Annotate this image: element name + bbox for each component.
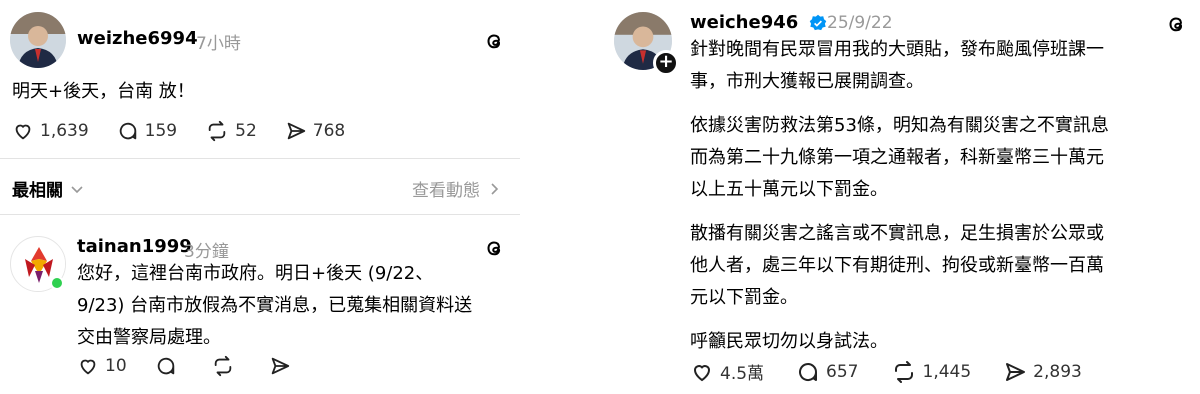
paragraph: 散播有關災害之謠言或不實訊息，足生損害於公眾或 他人者，處三年以下有期徒刑、拘役…: [690, 218, 1190, 314]
post-author-username[interactable]: weizhe6994: [77, 28, 198, 49]
send-icon: [287, 122, 305, 140]
reply-line: 交由警察局處理。: [77, 327, 221, 348]
chevron-right-icon: [491, 182, 499, 195]
text-line: 他人者，處三年以下有期徒刑、拘役或新臺幣一百萬: [690, 255, 1104, 276]
post-text: 針對晚間有民眾冒用我的大頭貼，發布颱風停班課一 事，市刑大獲報已展開調查。 依據…: [690, 34, 1190, 358]
reply-count: 657: [826, 361, 859, 382]
text-line: 散播有關災害之謠言或不實訊息，足生損害於公眾或: [690, 223, 1104, 244]
text-line: 依據災害防救法第53條，明知為有關災害之不實訊息: [690, 115, 1109, 136]
paragraph: 呼籲民眾切勿以身試法。: [690, 326, 1190, 358]
right-panel: + weiche946 25/9/22 針對晚間有民眾冒用我的大頭貼，發布颱風停…: [600, 0, 1200, 394]
reply-author-username[interactable]: tainan1999: [77, 236, 192, 257]
like-count: 4.5萬: [720, 364, 765, 384]
sort-dropdown[interactable]: 最相關: [12, 176, 85, 201]
post-author-username[interactable]: weiche946: [690, 12, 827, 33]
sort-row: 最相關 查看動態: [12, 176, 502, 201]
threads-logo-icon[interactable]: [482, 236, 506, 260]
reply-line: 您好，這裡台南市政府。明日+後天 (9/22、: [77, 263, 434, 284]
comment-icon: [119, 122, 136, 140]
post-actions: 1,639 159 52 768: [12, 120, 373, 142]
reply-like-count: 10: [105, 356, 127, 376]
avatar[interactable]: [10, 12, 66, 68]
repost-button[interactable]: 52: [205, 120, 257, 142]
heart-icon: [15, 124, 31, 140]
repost-icon: [894, 360, 913, 383]
share-count: 2,893: [1033, 361, 1082, 382]
view-activity-label: 查看動態: [412, 181, 480, 201]
share-button[interactable]: 768: [285, 120, 345, 142]
text-line: 呼籲民眾切勿以身試法。: [690, 331, 888, 352]
threads-logo-icon[interactable]: [482, 29, 506, 53]
reply-actions: 10: [77, 355, 325, 377]
heart-icon: [80, 359, 96, 375]
reply-share-button[interactable]: [269, 355, 297, 377]
comment-icon: [799, 362, 818, 381]
text-line: 而為第二十九條第一項之通報者，科新臺幣三十萬元: [690, 147, 1104, 168]
text-line: 以上五十萬元以下罰金。: [690, 179, 888, 200]
text-line: 元以下罰金。: [690, 287, 798, 308]
verified-badge-icon: [809, 14, 826, 31]
like-button[interactable]: 4.5萬: [690, 359, 764, 384]
sort-label: 最相關: [12, 181, 63, 201]
heart-icon: [693, 364, 711, 381]
post-time: 7小時: [196, 34, 241, 54]
divider: [0, 214, 520, 215]
reply-count: 159: [144, 121, 178, 141]
reply-button[interactable]: 657: [796, 360, 859, 384]
view-activity-link[interactable]: 查看動態: [412, 176, 502, 201]
reply-line: 9/23) 台南市放假為不實消息，已蒐集相關資料送: [77, 295, 473, 316]
repost-icon: [208, 120, 226, 142]
reply-repost-button[interactable]: [211, 355, 241, 377]
divider: [0, 158, 520, 159]
paragraph: 依據災害防救法第53條，明知為有關災害之不實訊息 而為第二十九條第一項之通報者，…: [690, 110, 1190, 206]
share-count: 768: [312, 121, 346, 141]
repost-count: 52: [235, 121, 257, 141]
reply-button[interactable]: 159: [117, 120, 177, 142]
text-line: 事，市刑大獲報已展開調查。: [690, 71, 924, 92]
chevron-down-icon: [71, 185, 83, 193]
repost-icon: [214, 355, 231, 377]
post-actions: 4.5萬 657 1,445 2,893: [690, 359, 1110, 384]
send-icon: [271, 357, 289, 375]
follow-plus-icon[interactable]: +: [653, 50, 679, 76]
repost-button[interactable]: 1,445: [891, 360, 972, 384]
like-button[interactable]: 1,639: [12, 120, 89, 142]
person-avatar-icon: [10, 12, 66, 68]
send-icon: [1006, 362, 1026, 381]
reply-comment-button[interactable]: [155, 355, 183, 377]
username-text: weiche946: [690, 12, 799, 33]
reply-text: 您好，這裡台南市政府。明日+後天 (9/22、 9/23) 台南市放假為不實消息…: [77, 258, 472, 354]
like-count: 1,639: [40, 121, 89, 141]
left-panel: weizhe6994 7小時 明天+後天，台南 放！ 1,639 159 52 …: [0, 0, 520, 394]
threads-logo-icon[interactable]: [1164, 12, 1188, 36]
reply-like-button[interactable]: 10: [77, 355, 127, 377]
share-button[interactable]: 2,893: [1003, 360, 1082, 384]
online-status-dot: [50, 276, 64, 290]
post-time: 25/9/22: [827, 13, 893, 33]
comment-icon: [157, 357, 174, 375]
post-text: 明天+後天，台南 放！: [12, 81, 195, 102]
paragraph: 針對晚間有民眾冒用我的大頭貼，發布颱風停班課一 事，市刑大獲報已展開調查。: [690, 34, 1190, 98]
repost-count: 1,445: [922, 361, 972, 382]
text-line: 針對晚間有民眾冒用我的大頭貼，發布颱風停班課一: [690, 39, 1104, 60]
